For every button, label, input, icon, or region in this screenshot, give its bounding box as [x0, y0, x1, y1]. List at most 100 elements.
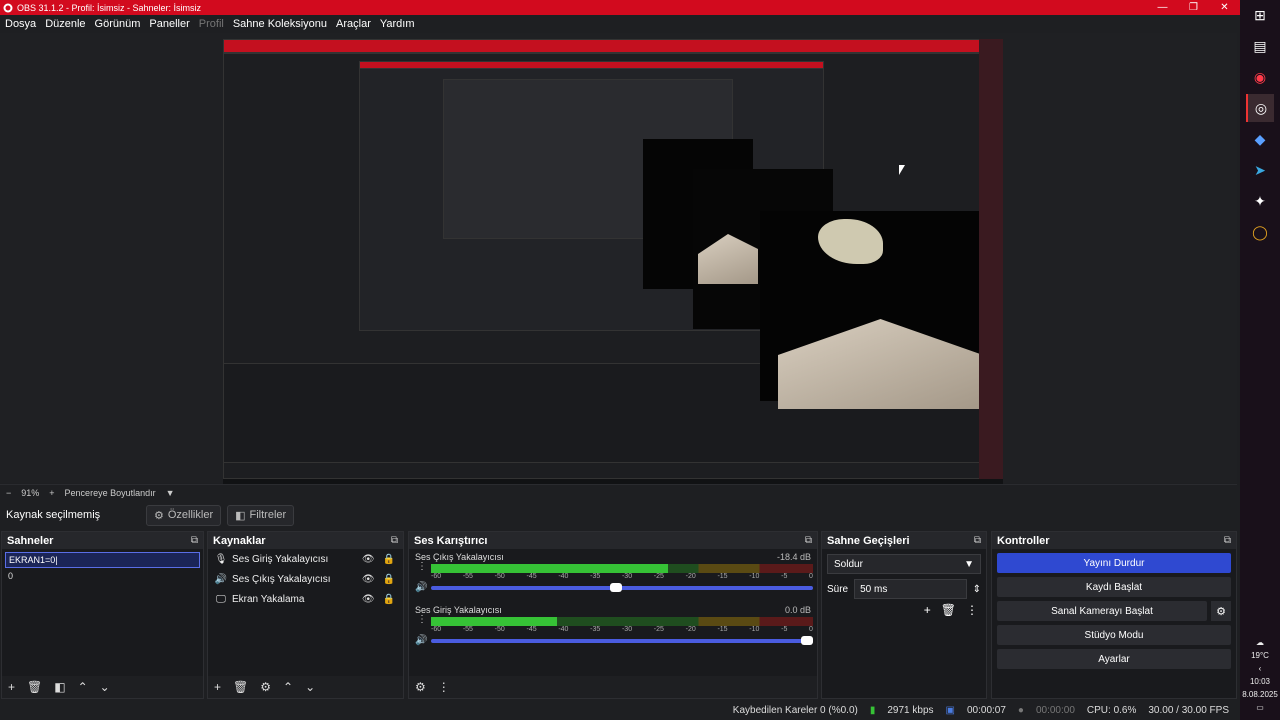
spinner-icon[interactable]: ⇕ — [973, 584, 981, 595]
mixer-title: Ses Karıştırıcı — [414, 534, 488, 547]
scene-item[interactable]: EKRAN1=0| — [5, 552, 200, 568]
menu-help[interactable]: Yardım — [380, 18, 415, 30]
scenes-footer: + 🗑 ◧ ⌃ ⌄ — [2, 676, 203, 698]
move-up-icon[interactable]: ⌃ — [283, 680, 293, 694]
scale-tick: -55 — [462, 573, 473, 580]
menu-file[interactable]: Dosya — [5, 18, 36, 30]
volume-slider[interactable] — [431, 583, 813, 592]
circle-app-icon[interactable]: ◯ — [1246, 218, 1274, 246]
transition-select[interactable]: Soldur ▼ — [827, 554, 981, 574]
add-icon[interactable]: + — [924, 603, 931, 617]
add-icon[interactable]: + — [8, 680, 15, 694]
menu-bar: Dosya Düzenle Görünüm Paneller Profil Sa… — [0, 15, 1240, 33]
menu-view[interactable]: Görünüm — [95, 18, 141, 30]
source-row[interactable]: 🎙 Ses Giriş Yakalayıcısı 👁 🔒 — [208, 549, 403, 569]
chevron-down-icon[interactable]: ▼ — [166, 488, 175, 498]
trash-icon[interactable]: 🗑 — [233, 680, 248, 694]
mixer-footer: ⚙ ⋮ — [409, 676, 817, 698]
zoom-out-icon[interactable]: − — [6, 488, 11, 498]
stream-icon: ▣ — [945, 705, 955, 716]
scale-tick: -45 — [526, 573, 537, 580]
lock-icon[interactable]: 🔒 — [383, 574, 395, 585]
gear-icon[interactable]: ⚙ — [1211, 601, 1231, 621]
steam-icon[interactable]: ◆ — [1246, 125, 1274, 153]
channel-name: Ses Giriş Yakalayıcısı — [415, 605, 502, 615]
source-toolbar: Kaynak seçilmemiş ⚙ Özellikler ◧ Filtreler — [0, 503, 1237, 527]
properties-button[interactable]: ⚙ Özellikler — [146, 504, 222, 526]
undock-icon[interactable]: ⧉ — [391, 535, 398, 546]
scale-tick: -40 — [558, 626, 569, 633]
speaker-icon[interactable]: 🔊 — [415, 635, 427, 646]
volume-knob[interactable] — [610, 583, 622, 592]
task-view-icon[interactable]: ▤ — [1246, 32, 1274, 60]
close-icon[interactable]: ✕ — [1209, 2, 1240, 13]
duration-input[interactable]: 50 ms — [854, 579, 967, 599]
lock-icon[interactable]: 🔒 — [383, 594, 395, 605]
gear-icon[interactable]: ⚙ — [260, 680, 271, 694]
move-up-icon[interactable]: ⌃ — [78, 680, 88, 694]
filter-icon[interactable]: ◧ — [54, 680, 65, 694]
scale-mode[interactable]: Pencereye Boyutlandır — [65, 488, 156, 498]
settings-button[interactable]: Ayarlar — [997, 649, 1231, 669]
menu-edit[interactable]: Düzenle — [45, 18, 85, 30]
gamepad-icon[interactable]: ✦ — [1246, 187, 1274, 215]
mixer-channel: Ses Çıkış Yakalayıcısı -18.4 dB ⋮ -60 -55… — [409, 549, 817, 602]
signal-icon: ▮ — [869, 705, 876, 716]
lock-icon[interactable]: 🔒 — [383, 554, 395, 565]
kebab-menu-icon[interactable]: ⋮ — [966, 603, 978, 617]
undock-icon[interactable]: ⧉ — [1224, 535, 1231, 546]
kebab-menu-icon[interactable]: ⋮ — [417, 561, 427, 572]
scale-tick: -10 — [749, 573, 760, 580]
stop-stream-button[interactable]: Yayını Durdur — [997, 553, 1231, 573]
preview-area[interactable] — [0, 33, 1237, 485]
eye-icon[interactable]: 👁 — [362, 594, 375, 605]
mixer-header: Ses Karıştırıcı ⧉ — [409, 532, 817, 549]
undock-icon[interactable]: ⧉ — [805, 535, 812, 546]
kebab-menu-icon[interactable]: ⋮ — [417, 614, 427, 625]
filters-button[interactable]: ◧ Filtreler — [227, 504, 295, 526]
add-icon[interactable]: + — [214, 680, 221, 694]
volume-slider[interactable] — [431, 636, 813, 645]
transitions-body: Soldur ▼ Süre 50 ms ⇕ + 🗑 ⋮ — [822, 549, 986, 698]
undock-icon[interactable]: ⧉ — [974, 535, 981, 546]
properties-label: Özellikler — [167, 509, 214, 521]
move-down-icon[interactable]: ⌄ — [100, 680, 110, 694]
source-row[interactable]: 🔊 Ses Çıkış Yakalayıcısı 👁 🔒 — [208, 569, 403, 589]
obs-taskbar-icon[interactable]: ◎ — [1246, 94, 1274, 122]
transitions-header: Sahne Geçişleri ⧉ — [822, 532, 986, 549]
notification-icon[interactable]: ▭ — [1256, 703, 1264, 712]
speaker-icon[interactable]: 🔊 — [415, 582, 427, 593]
nested-titlebar-2 — [359, 61, 824, 69]
trash-icon[interactable]: 🗑 — [27, 680, 42, 694]
start-record-button[interactable]: Kaydı Başlat — [997, 577, 1231, 597]
move-down-icon[interactable]: ⌄ — [305, 680, 315, 694]
menu-scene-collection[interactable]: Sahne Koleksiyonu — [233, 18, 327, 30]
telegram-icon[interactable]: ➤ — [1246, 156, 1274, 184]
filters-label: Filtreler — [249, 509, 287, 521]
studio-mode-button[interactable]: Stüdyo Modu — [997, 625, 1231, 645]
transitions-dock: Sahne Geçişleri ⧉ Soldur ▼ Süre 50 ms ⇕ + 🗑 ⋮ — [821, 531, 987, 699]
undock-icon[interactable]: ⧉ — [191, 535, 198, 546]
mixer-dock: Ses Karıştırıcı ⧉ Ses Çıkış Yakalayıcısı … — [408, 531, 818, 699]
zoom-in-icon[interactable]: + — [49, 488, 54, 498]
windows-start-icon[interactable]: ⊞ — [1246, 1, 1274, 29]
eye-icon[interactable]: 👁 — [362, 574, 375, 585]
clock-time: 10:03 — [1249, 677, 1271, 686]
menu-docks[interactable]: Paneller — [149, 18, 189, 30]
stream-time: 00:00:07 — [966, 705, 1006, 716]
menu-tools[interactable]: Araçlar — [336, 18, 371, 30]
minimize-icon[interactable]: — — [1147, 2, 1178, 13]
scene-item[interactable]: 0 — [8, 571, 197, 581]
youtube-icon[interactable]: ◉ — [1246, 63, 1274, 91]
volume-knob[interactable] — [801, 636, 813, 645]
menu-profile[interactable]: Profil — [199, 18, 224, 30]
virtual-cam-button[interactable]: Sanal Kamerayı Başlat — [997, 601, 1207, 621]
trash-icon[interactable]: 🗑 — [941, 603, 956, 617]
eye-icon[interactable]: 👁 — [362, 554, 375, 565]
kebab-menu-icon[interactable]: ⋮ — [438, 680, 450, 694]
chevron-left-icon[interactable]: ‹ — [1259, 664, 1262, 673]
clock-date: 8.08.2025 — [1242, 690, 1278, 699]
restore-icon[interactable]: ❐ — [1178, 2, 1209, 13]
advanced-audio-icon[interactable]: ⚙ — [415, 680, 426, 694]
source-row[interactable]: 🖵 Ekran Yakalama 👁 🔒 — [208, 589, 403, 609]
